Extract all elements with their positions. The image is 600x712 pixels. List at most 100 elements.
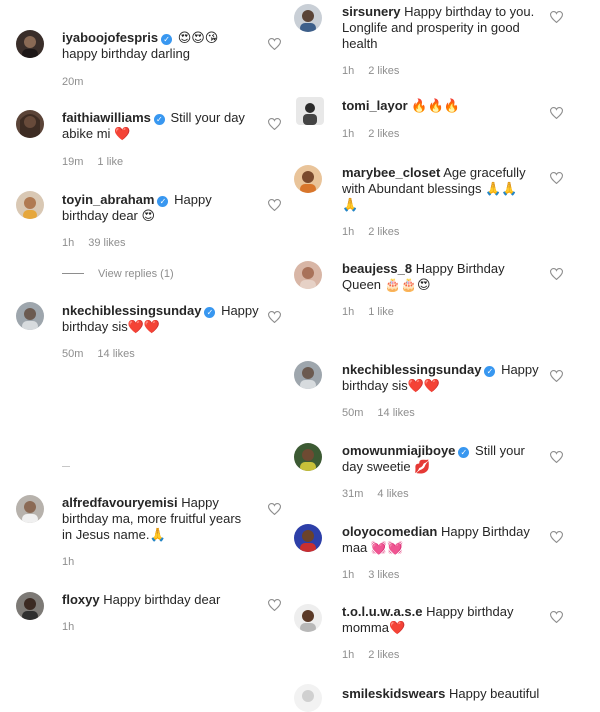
like-heart-icon[interactable]: [550, 611, 563, 623]
comment-text: Happy beautiful: [448, 686, 540, 701]
avatar[interactable]: [294, 261, 322, 289]
comment-time[interactable]: 1h: [342, 128, 354, 140]
like-heart-icon[interactable]: [550, 11, 563, 23]
avatar[interactable]: [16, 495, 44, 523]
avatar[interactable]: [294, 604, 322, 632]
comment-meta: 1h 39 likes: [62, 237, 126, 250]
comment-time[interactable]: 1h: [342, 569, 354, 581]
like-heart-icon[interactable]: [550, 451, 563, 463]
avatar[interactable]: [294, 165, 322, 193]
comment-text: Happy: [181, 495, 219, 510]
comment-meta: 50m 14 likes: [62, 348, 135, 361]
like-heart-icon[interactable]: [268, 599, 281, 611]
verified-badge-icon: ✓: [458, 447, 470, 458]
comment-time[interactable]: 31m: [342, 488, 363, 500]
comment-time[interactable]: 50m: [342, 407, 363, 419]
comment-likes[interactable]: 4 likes: [377, 488, 408, 500]
comment-text: Happy: [501, 362, 539, 377]
comment-time[interactable]: 19m: [62, 156, 83, 168]
comment-text: maa: [342, 540, 368, 555]
comment-time[interactable]: 1h: [62, 621, 74, 633]
comment-username[interactable]: oloyocomedian: [342, 524, 437, 539]
comment-username[interactable]: toyin_abraham: [62, 192, 154, 207]
comment-time[interactable]: 20m: [62, 76, 83, 88]
comment-likes[interactable]: 14 likes: [97, 348, 134, 360]
comment-meta: 50m 14 likes: [342, 407, 415, 420]
comment-text: Happy birthday to you.: [404, 4, 535, 19]
avatar[interactable]: [294, 684, 322, 712]
like-heart-icon[interactable]: [550, 268, 563, 280]
comment-username[interactable]: alfredfavouryemisi: [62, 495, 178, 510]
comment-likes[interactable]: 2 likes: [368, 65, 399, 77]
comment-meta: 1h 2 likes: [342, 128, 399, 141]
comment-username[interactable]: marybee_closet: [342, 165, 440, 180]
comment-meta: 1h: [62, 621, 74, 634]
avatar[interactable]: [16, 191, 44, 219]
comment-username[interactable]: smileskidswears: [342, 686, 445, 701]
comment-likes[interactable]: 3 likes: [368, 569, 399, 581]
comment-time[interactable]: 1h: [342, 649, 354, 661]
comment-body: faithiawilliams ✓ Still your day abike mi…: [62, 110, 267, 142]
comment-time[interactable]: 1h: [62, 237, 74, 249]
comment-emoji: 🙏🙏: [485, 181, 518, 196]
like-heart-icon[interactable]: [268, 503, 281, 515]
avatar[interactable]: [294, 361, 322, 389]
comment-text: Happy Birthday: [440, 524, 530, 539]
comment-time[interactable]: 1h: [342, 65, 354, 77]
avatar[interactable]: [294, 443, 322, 471]
comment-emoji: 🎂🎂😍: [384, 277, 431, 292]
comment-emoji: 🔥🔥🔥: [411, 98, 460, 113]
comment-username[interactable]: nkechiblessingsunday: [342, 362, 481, 377]
comment-time[interactable]: 50m: [62, 348, 83, 360]
avatar[interactable]: [294, 524, 322, 552]
comment-meta: 20m: [62, 76, 83, 89]
comment-username[interactable]: omowunmiajiboye: [342, 443, 455, 458]
like-heart-icon[interactable]: [550, 172, 563, 184]
comment-time[interactable]: 1h: [342, 226, 354, 238]
comment-likes[interactable]: 2 likes: [368, 226, 399, 238]
comment-likes[interactable]: 1 like: [368, 306, 394, 318]
comment-time[interactable]: 1h: [342, 306, 354, 318]
avatar[interactable]: [16, 110, 44, 138]
comment-meta: 1h 2 likes: [342, 65, 399, 78]
comment-text: with Abundant blessings: [342, 181, 482, 196]
comment-username[interactable]: beaujess_8: [342, 261, 412, 276]
comment-meta: 1h 2 likes: [342, 226, 399, 239]
comment-username[interactable]: floxyy: [62, 592, 100, 607]
comment-text: birthday ma, more fruitful years: [62, 511, 242, 526]
comment-username[interactable]: tomi_layor: [342, 98, 408, 113]
comment-username[interactable]: t.o.l.u.w.a.s.e: [342, 604, 422, 619]
avatar[interactable]: [296, 97, 324, 125]
comment-body: marybee_closet Age gracefully with Abund…: [342, 165, 547, 213]
avatar[interactable]: [16, 30, 44, 58]
like-heart-icon[interactable]: [550, 531, 563, 543]
view-replies-button[interactable]: View replies (1): [62, 268, 174, 281]
like-heart-icon[interactable]: [268, 118, 281, 130]
comment-likes[interactable]: 14 likes: [377, 407, 414, 419]
comments-column-right: sirsunery Happy birthday to you. Longlif…: [290, 0, 600, 712]
avatar[interactable]: [16, 592, 44, 620]
like-heart-icon[interactable]: [268, 199, 281, 211]
comment-text: health: [342, 36, 378, 51]
comment-likes[interactable]: 2 likes: [368, 128, 399, 140]
comment-likes[interactable]: 2 likes: [368, 649, 399, 661]
comment-time[interactable]: 1h: [62, 556, 74, 568]
comment-body: sirsunery Happy birthday to you. Longlif…: [342, 4, 547, 52]
comment-likes[interactable]: 39 likes: [88, 237, 125, 249]
like-heart-icon[interactable]: [550, 107, 563, 119]
comment-username[interactable]: sirsunery: [342, 4, 401, 19]
comment-username[interactable]: iyaboojofespris: [62, 30, 158, 45]
avatar[interactable]: [16, 302, 44, 330]
like-heart-icon[interactable]: [268, 311, 281, 323]
comment-text: happy birthday darling: [62, 46, 190, 61]
avatar[interactable]: [294, 4, 322, 32]
comment-username[interactable]: nkechiblessingsunday: [62, 303, 201, 318]
like-heart-icon[interactable]: [268, 38, 281, 50]
comment-username[interactable]: faithiawilliams: [62, 110, 151, 125]
comment-meta: 1h 2 likes: [342, 649, 399, 662]
like-heart-icon[interactable]: [550, 370, 563, 382]
comment-body: omowunmiajiboye ✓ Still your day sweetie …: [342, 443, 547, 475]
comment-text: momma: [342, 620, 389, 635]
comment-likes[interactable]: 1 like: [97, 156, 123, 168]
comment-emoji: 😍😍😘: [177, 30, 219, 45]
